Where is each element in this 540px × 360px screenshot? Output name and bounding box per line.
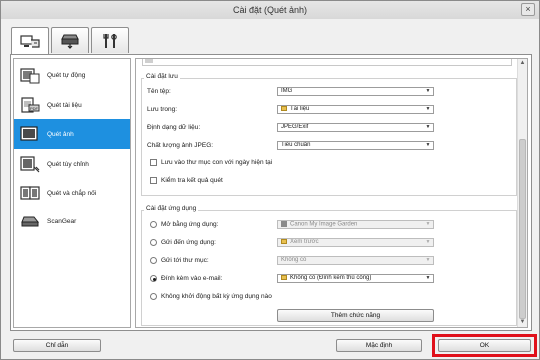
check-results-label: Kiểm tra kết quả quét xyxy=(161,177,223,184)
nav-photo-scan-label: Quét ảnh xyxy=(47,130,74,138)
app-settings-title: Cài đặt ứng dụng xyxy=(144,205,199,212)
scroll-up-icon[interactable]: ▲ xyxy=(518,59,527,68)
attach-to-email-select[interactable]: Không có (Đính kèm thủ công) ▼ xyxy=(277,274,434,283)
scan-from-computer-icon xyxy=(20,34,40,48)
nav-document-scan[interactable]: PDF Quét tài liệu xyxy=(14,91,130,119)
chevron-down-icon: ▼ xyxy=(425,142,431,148)
scroll-thumb[interactable] xyxy=(519,139,526,319)
chevron-down-icon: ▼ xyxy=(425,88,431,94)
chevron-down-icon: ▼ xyxy=(425,275,431,281)
app-settings-group: Cài đặt ứng dụng Mở bằng ứng dụng: Canon… xyxy=(141,205,517,326)
vertical-scrollbar[interactable]: ▲ ▼ xyxy=(517,59,527,327)
folder-icon xyxy=(281,106,287,111)
folder-icon xyxy=(281,275,287,280)
subfolder-checkbox[interactable] xyxy=(150,159,157,166)
nav-auto-scan[interactable]: Quét tự động xyxy=(14,61,130,89)
nav-document-scan-label: Quét tài liệu xyxy=(47,101,82,109)
close-button[interactable]: × xyxy=(521,3,535,16)
data-format-select[interactable]: JPEG/Exif ▼ xyxy=(277,123,434,132)
save-settings-title: Cài đặt lưu xyxy=(144,73,180,80)
general-settings-icon xyxy=(103,33,117,48)
chevron-down-icon: ▼ xyxy=(425,221,431,227)
save-in-field[interactable]: Tài liệu ▼ xyxy=(277,105,434,114)
file-name-value: IMG xyxy=(281,88,293,94)
data-format-label: Định dạng dữ liệu: xyxy=(147,124,201,131)
scan-from-panel-icon xyxy=(61,34,79,49)
save-settings-group: Cài đặt lưu Tên tệp: IMG ▼ Lưu trong: Tà… xyxy=(141,73,517,196)
check-results-checkbox[interactable] xyxy=(150,177,157,184)
jpeg-quality-select[interactable]: Tiêu chuẩn ▼ xyxy=(277,141,434,150)
tab-general-settings[interactable] xyxy=(91,27,129,53)
open-with-app-select[interactable]: Canon My Image Garden ▼ xyxy=(277,220,434,229)
settings-panel: ▲ ▼ Cài đặt lưu Tên tệp: IMG ▼ Lưu trong… xyxy=(135,58,528,328)
nav-custom-scan[interactable]: Quét tùy chỉnh xyxy=(14,150,130,178)
send-to-app-select[interactable]: Xem trước ▼ xyxy=(277,238,434,247)
nav-scangear-label: ScanGear xyxy=(47,217,77,225)
tab-scan-from-panel[interactable] xyxy=(51,27,89,53)
tab-scan-from-computer[interactable] xyxy=(11,27,49,55)
folder-icon xyxy=(281,239,287,244)
send-to-app-label: Gửi đến ứng dụng: xyxy=(161,239,216,246)
attach-to-email-label: Đính kèm vào e-mail: xyxy=(161,275,223,282)
window-title: Cài đặt (Quét ảnh) xyxy=(232,5,308,15)
attach-to-email-radio[interactable] xyxy=(150,275,157,282)
send-to-folder-value: Không có xyxy=(281,257,307,263)
save-in-value: Tài liệu xyxy=(290,106,310,113)
jpeg-quality-label: Chất lượng ảnh JPEG: xyxy=(147,142,214,149)
chevron-down-icon: ▼ xyxy=(425,239,431,245)
send-to-app-radio[interactable] xyxy=(150,239,157,246)
no-app-radio[interactable] xyxy=(150,293,157,300)
nav-custom-scan-label: Quét tùy chỉnh xyxy=(47,160,89,168)
jpeg-quality-value: Tiêu chuẩn xyxy=(281,142,311,148)
open-with-app-value: Canon My Image Garden xyxy=(290,221,358,228)
svg-text:PDF: PDF xyxy=(30,106,39,111)
custom-scan-icon xyxy=(20,156,40,173)
open-with-app-radio[interactable] xyxy=(150,221,157,228)
send-to-folder-select[interactable]: Không có ▼ xyxy=(277,256,434,265)
no-app-label: Không khởi động bất kỳ ứng dụng nào xyxy=(161,293,272,300)
tab-bar xyxy=(11,27,131,55)
nav-scan-and-stitch[interactable]: Quét và chắp nối xyxy=(14,179,130,207)
chevron-down-icon: ▼ xyxy=(425,124,431,130)
scroll-down-icon[interactable]: ▼ xyxy=(518,318,527,327)
send-to-folder-radio[interactable] xyxy=(150,257,157,264)
subfolder-label: Lưu vào thư mục con với ngày hiện tại xyxy=(161,159,273,166)
nav-photo-scan[interactable]: Quét ảnh xyxy=(14,119,130,149)
nav-auto-scan-label: Quét tự động xyxy=(47,71,86,79)
scangear-icon xyxy=(21,216,40,227)
document-scan-icon: PDF xyxy=(21,97,40,113)
photo-scan-icon xyxy=(20,126,38,141)
ok-button-highlight xyxy=(432,334,537,357)
data-format-value: JPEG/Exif xyxy=(281,124,309,130)
settings-dialog: Cài đặt (Quét ảnh) × Quét tự động PDF Qu… xyxy=(0,0,540,360)
help-button[interactable]: Chỉ dẫn xyxy=(13,339,101,352)
send-to-folder-label: Gửi tới thư mục: xyxy=(161,257,209,264)
save-in-label: Lưu trong: xyxy=(147,106,178,113)
title-bar: Cài đặt (Quét ảnh) × xyxy=(1,1,539,19)
file-name-label: Tên tệp: xyxy=(147,88,171,95)
chevron-down-icon: ▼ xyxy=(425,106,431,112)
previous-group-edge xyxy=(142,59,512,66)
app-icon xyxy=(281,221,287,227)
auto-scan-icon xyxy=(20,68,40,84)
file-name-field[interactable]: IMG ▼ xyxy=(277,87,434,96)
send-to-app-value: Xem trước xyxy=(290,239,319,246)
nav-scangear[interactable]: ScanGear xyxy=(14,207,130,235)
attach-to-email-value: Không có (Đính kèm thủ công) xyxy=(290,275,372,282)
scan-and-stitch-icon xyxy=(20,186,40,200)
open-with-app-label: Mở bằng ứng dụng: xyxy=(161,221,219,228)
nav-scan-and-stitch-label: Quét và chắp nối xyxy=(47,189,97,197)
defaults-button[interactable]: Mặc định xyxy=(336,339,422,352)
chevron-down-icon: ▼ xyxy=(425,257,431,263)
scan-mode-list: Quét tự động PDF Quét tài liệu Quét ảnh xyxy=(13,58,131,328)
more-functions-button[interactable]: Thêm chức năng xyxy=(277,309,434,322)
